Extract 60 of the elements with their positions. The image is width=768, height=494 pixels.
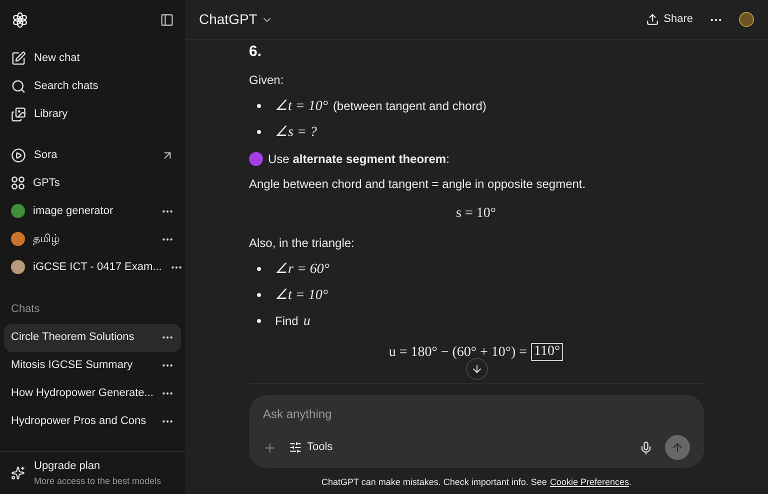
paragraph: Also, in the triangle: — [249, 234, 356, 252]
item-label: GPTs — [33, 176, 60, 191]
send-button[interactable] — [665, 435, 690, 460]
sidebar-item[interactable]: Search chats — [0, 72, 185, 100]
model-selector[interactable]: ChatGPT — [199, 9, 274, 30]
sidebar-item[interactable]: image generator — [0, 197, 185, 225]
period-text: . — [628, 476, 632, 490]
item-label: iGCSE ICT - 0417 Exam... — [33, 260, 162, 275]
scroll-down-button[interactable] — [466, 358, 488, 380]
math-expression: u — [303, 312, 310, 330]
tools-button[interactable]: Tools — [289, 439, 333, 456]
item-label: image generator — [33, 204, 114, 219]
cookie-preferences-link[interactable]: Cookie Preferences — [550, 476, 629, 490]
boxed-answer: 110° — [531, 343, 564, 361]
share-button[interactable]: Share — [646, 11, 693, 28]
user-avatar[interactable] — [739, 12, 754, 27]
step-heading: 6. — [249, 42, 263, 62]
chat-item[interactable]: Circle Theorem Solutions — [4, 324, 181, 352]
plus-icon[interactable] — [263, 440, 277, 454]
bullet-text: Find — [275, 313, 298, 330]
sidebar-item[interactable]: Library — [0, 100, 185, 128]
sliders-icon — [289, 441, 302, 454]
arrow-down-icon — [471, 363, 483, 375]
chat-item[interactable]: How Hydropower Generate... — [4, 380, 181, 408]
sidebar-item[interactable]: iGCSE ICT - 0417 Exam... — [0, 253, 185, 281]
item-label: தமிழ் — [33, 232, 60, 248]
section-heading: Chats — [10, 302, 41, 317]
paragraph: Angle between chord and tangent = angle in opposite segment. — [249, 176, 587, 192]
upgrade-title: Upgrade plan — [34, 459, 102, 474]
sparkle-icon — [11, 466, 25, 480]
search-icon — [11, 78, 26, 94]
play-icon — [11, 148, 26, 162]
sidebar-item[interactable]: New chat — [0, 44, 185, 72]
circle-emoji-icon — [249, 152, 263, 166]
disclaimer-text: ChatGPT can make mistakes. Check important info. See — [322, 476, 547, 490]
sidebar-item[interactable]: GPTs — [0, 169, 185, 197]
sidebar-item[interactable]: தமிழ் — [0, 225, 185, 253]
math-equation: u = 180° − (60° + 10°) = — [388, 344, 528, 362]
images-icon — [11, 106, 26, 122]
sidebar-item[interactable]: Sora — [0, 141, 185, 169]
math-expression: ∠t = 10° — [275, 98, 328, 116]
arrow-up-icon — [671, 441, 684, 454]
math-expression: ∠s = ? — [275, 124, 317, 142]
logo-icon[interactable] — [11, 11, 29, 29]
paragraph: Use alternate segment theorem: — [268, 150, 450, 168]
item-label: Sora — [34, 148, 58, 163]
sidebar-toggle-icon[interactable] — [160, 13, 174, 27]
paragraph: Given: — [249, 72, 285, 88]
chat-item[interactable]: Mitosis IGCSE Summary — [4, 352, 181, 380]
upgrade-subtitle: More access to the best models — [34, 474, 162, 488]
chat-item[interactable]: Hydropower Pros and Cons — [4, 408, 181, 436]
math-expression: ∠t = 10° — [275, 286, 328, 304]
new-chat-icon — [11, 50, 26, 66]
share-icon — [646, 13, 659, 26]
math-equation: s = 10° — [456, 204, 496, 222]
message-input[interactable]: Ask anything — [263, 405, 690, 423]
grid-dots-icon — [11, 176, 25, 190]
bullet-text: (between tangent and chord) — [332, 98, 486, 115]
microphone-icon[interactable] — [639, 440, 653, 454]
math-expression: ∠r = 60° — [275, 260, 330, 278]
